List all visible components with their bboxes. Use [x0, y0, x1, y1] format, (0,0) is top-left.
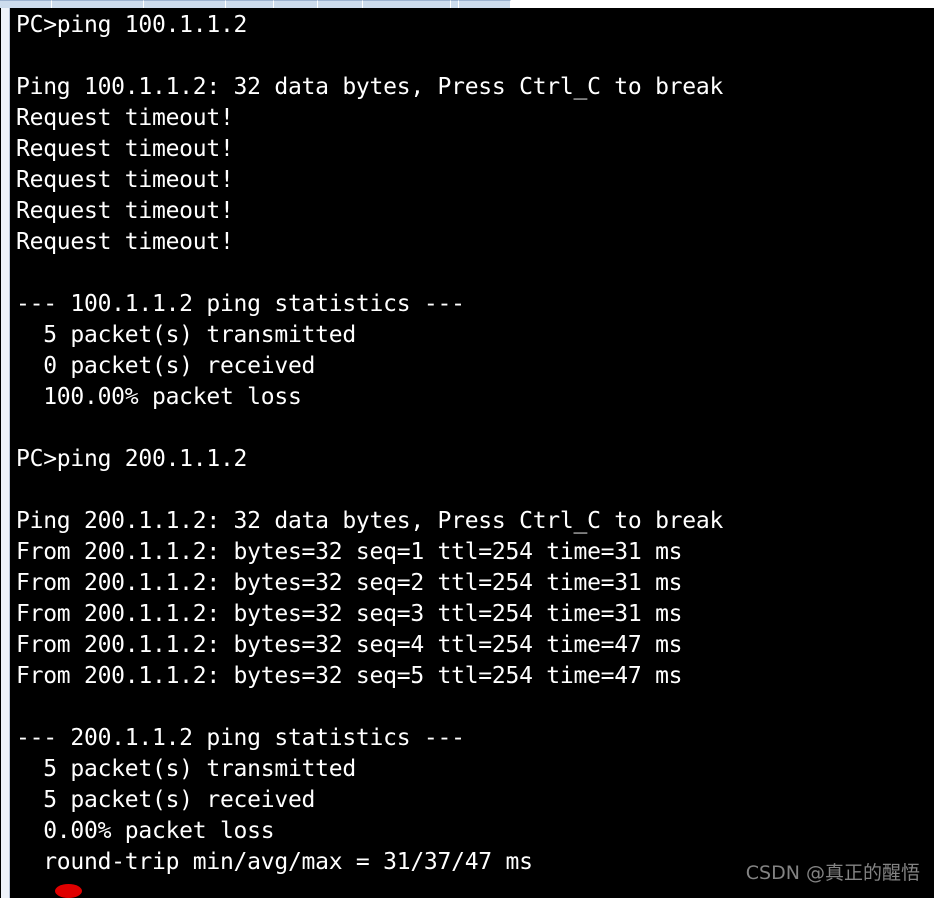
tab-fragment-6[interactable] — [318, 0, 363, 8]
tab-fragment-3[interactable] — [144, 0, 226, 8]
tab-fragment-2[interactable] — [52, 0, 144, 8]
red-annotation-dot — [55, 884, 82, 898]
console-line: --- 200.1.1.2 ping statistics --- — [16, 725, 465, 751]
terminal-window: PC>ping 100.1.1.2 Ping 100.1.1.2: 32 dat… — [0, 0, 934, 898]
scrollbar-gutter[interactable] — [1, 8, 10, 898]
console-line: Request timeout! — [16, 229, 234, 255]
console-line: Ping 200.1.1.2: 32 data bytes, Press Ctr… — [16, 508, 724, 534]
console-line: Request timeout! — [16, 105, 234, 131]
console-text: PC>ping 100.1.1.2 Ping 100.1.1.2: 32 dat… — [12, 8, 934, 878]
tab-strip — [0, 0, 934, 8]
console-line: Request timeout! — [16, 136, 234, 162]
tab-fragment-9[interactable] — [459, 0, 511, 8]
console-line: 5 packet(s) transmitted — [16, 756, 356, 782]
console-line: --- 100.1.1.2 ping statistics --- — [16, 291, 465, 317]
console-line: Ping 100.1.1.2: 32 data bytes, Press Ctr… — [16, 74, 724, 100]
console-line: 0.00% packet loss — [16, 818, 275, 844]
tab-fragment-8[interactable] — [451, 0, 459, 8]
csdn-watermark: CSDN @真正的醒悟 — [745, 862, 920, 884]
console-line: 5 packet(s) transmitted — [16, 322, 356, 348]
console-line: From 200.1.1.2: bytes=32 seq=5 ttl=254 t… — [16, 663, 683, 689]
console-line: 100.00% packet loss — [16, 384, 302, 410]
console-line: PC>ping 200.1.1.2 — [16, 446, 248, 472]
tab-strip-filler — [511, 0, 934, 8]
console-line: 0 packet(s) received — [16, 353, 316, 379]
console-line: Request timeout! — [16, 167, 234, 193]
tab-fragment-4[interactable] — [226, 0, 274, 8]
tab-fragment-5[interactable] — [274, 0, 318, 8]
console-line: From 200.1.1.2: bytes=32 seq=1 ttl=254 t… — [16, 539, 683, 565]
console-line: Request timeout! — [16, 198, 234, 224]
tab-fragment-1[interactable] — [0, 0, 52, 8]
console-line: From 200.1.1.2: bytes=32 seq=2 ttl=254 t… — [16, 570, 683, 596]
console-line: From 200.1.1.2: bytes=32 seq=3 ttl=254 t… — [16, 601, 683, 627]
console-line: 5 packet(s) received — [16, 787, 316, 813]
console-output-area[interactable]: PC>ping 100.1.1.2 Ping 100.1.1.2: 32 dat… — [12, 8, 934, 898]
console-line: From 200.1.1.2: bytes=32 seq=4 ttl=254 t… — [16, 632, 683, 658]
console-line: PC>ping 100.1.1.2 — [16, 12, 248, 38]
window-left-edge — [0, 8, 12, 898]
tab-fragment-7[interactable] — [363, 0, 451, 8]
